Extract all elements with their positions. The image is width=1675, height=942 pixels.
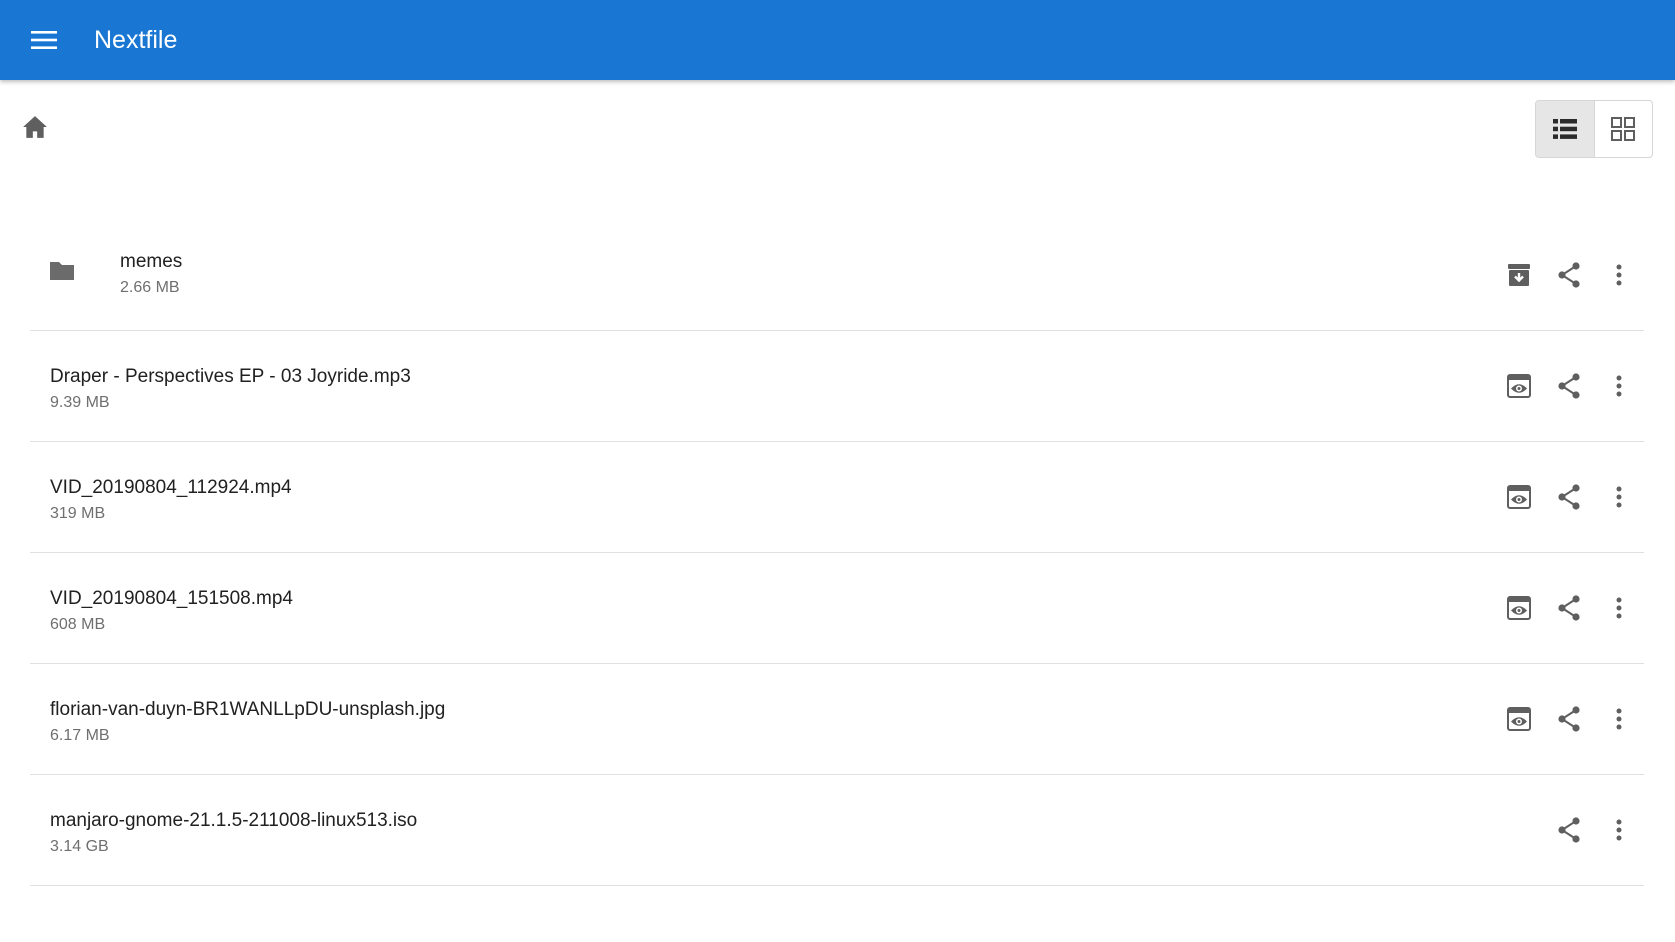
file-row[interactable]: memes 2.66 MB [30, 220, 1644, 331]
preview-button[interactable] [1494, 694, 1544, 744]
preview-icon [1507, 707, 1531, 731]
file-size: 608 MB [50, 616, 106, 633]
share-button[interactable] [1544, 583, 1594, 633]
file-size: 6.17 MB [50, 727, 110, 744]
app-title: Nextfile [94, 25, 178, 54]
toolbar [0, 80, 1675, 180]
share-icon [1558, 262, 1580, 288]
share-icon [1558, 817, 1580, 843]
share-button[interactable] [1544, 694, 1594, 744]
file-row[interactable]: florian-van-duyn-BR1WANLLpDU-unsplash.jp… [30, 664, 1644, 775]
more-options-button[interactable] [1594, 472, 1644, 522]
file-name: memes [120, 251, 183, 272]
list-view-button[interactable] [1536, 101, 1594, 157]
more-options-button[interactable] [1594, 694, 1644, 744]
more-vert-icon [1616, 486, 1622, 508]
list-icon [1552, 119, 1577, 139]
more-options-button[interactable] [1594, 361, 1644, 411]
home-icon [23, 116, 47, 138]
more-vert-icon [1616, 264, 1622, 286]
view-toggle [1535, 100, 1653, 158]
file-row[interactable]: VID_20190804_112924.mp4 319 MB [30, 442, 1644, 553]
preview-icon [1507, 485, 1531, 509]
file-size: 9.39 MB [50, 394, 110, 411]
more-vert-icon [1616, 597, 1622, 619]
preview-button[interactable] [1494, 472, 1544, 522]
file-size: 319 MB [50, 505, 106, 522]
download-archive-button[interactable] [1494, 250, 1544, 300]
file-size: 3.14 GB [50, 838, 109, 855]
folder-icon [48, 260, 76, 287]
file-row[interactable]: manjaro-gnome-21.1.5-211008-linux513.iso… [30, 775, 1644, 886]
more-vert-icon [1616, 708, 1622, 730]
file-list: memes 2.66 MB Draper - Perspectives EP -… [30, 220, 1644, 886]
more-options-button[interactable] [1594, 250, 1644, 300]
file-name: Draper - Perspectives EP - 03 Joyride.mp… [50, 366, 411, 387]
app-bar: Nextfile [0, 0, 1675, 80]
preview-icon [1507, 596, 1531, 620]
file-name: florian-van-duyn-BR1WANLLpDU-unsplash.jp… [50, 699, 446, 720]
hamburger-menu-icon [31, 31, 57, 49]
preview-icon [1507, 374, 1531, 398]
file-row[interactable]: VID_20190804_151508.mp4 608 MB [30, 553, 1644, 664]
more-vert-icon [1616, 375, 1622, 397]
file-row[interactable]: Draper - Perspectives EP - 03 Joyride.mp… [30, 331, 1644, 442]
file-name: manjaro-gnome-21.1.5-211008-linux513.iso [50, 810, 418, 831]
file-size: 2.66 MB [120, 279, 180, 296]
grid-icon [1611, 117, 1636, 141]
more-options-button[interactable] [1594, 805, 1644, 855]
more-options-button[interactable] [1594, 583, 1644, 633]
file-name: VID_20190804_112924.mp4 [50, 477, 292, 498]
preview-button[interactable] [1494, 583, 1544, 633]
more-vert-icon [1616, 819, 1622, 841]
share-icon [1558, 595, 1580, 621]
preview-button[interactable] [1494, 361, 1544, 411]
download-archive-icon [1508, 264, 1530, 286]
home-button[interactable] [14, 106, 56, 148]
menu-button[interactable] [20, 16, 68, 64]
share-icon [1558, 484, 1580, 510]
file-name: VID_20190804_151508.mp4 [50, 588, 293, 609]
share-button[interactable] [1544, 361, 1594, 411]
share-button[interactable] [1544, 250, 1594, 300]
share-icon [1558, 373, 1580, 399]
share-button[interactable] [1544, 805, 1594, 855]
grid-view-button[interactable] [1593, 101, 1653, 157]
share-icon [1558, 706, 1580, 732]
share-button[interactable] [1544, 472, 1594, 522]
